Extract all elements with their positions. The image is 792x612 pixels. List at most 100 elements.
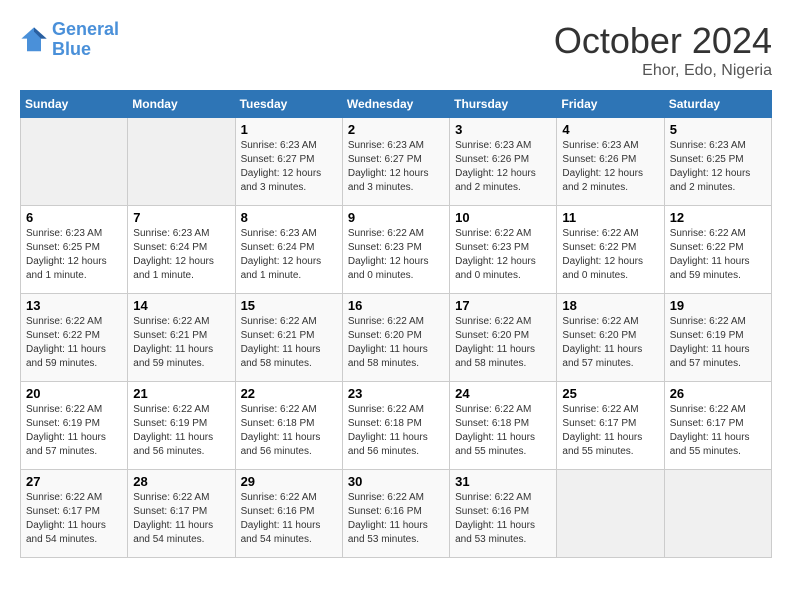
day-number: 5 [670, 122, 766, 137]
calendar-cell [664, 470, 771, 558]
day-number: 10 [455, 210, 551, 225]
day-number: 1 [241, 122, 337, 137]
day-number: 2 [348, 122, 444, 137]
day-number: 20 [26, 386, 122, 401]
day-info: Sunrise: 6:23 AMSunset: 6:26 PMDaylight:… [455, 139, 551, 195]
weekday-header: Sunday [21, 91, 128, 118]
day-info: Sunrise: 6:23 AMSunset: 6:27 PMDaylight:… [241, 139, 337, 195]
day-info: Sunrise: 6:22 AMSunset: 6:16 PMDaylight:… [241, 491, 337, 547]
day-number: 18 [562, 298, 658, 313]
calendar-cell: 31 Sunrise: 6:22 AMSunset: 6:16 PMDayligh… [450, 470, 557, 558]
calendar-cell: 27 Sunrise: 6:22 AMSunset: 6:17 PMDayligh… [21, 470, 128, 558]
calendar-cell: 10 Sunrise: 6:22 AMSunset: 6:23 PMDayligh… [450, 206, 557, 294]
calendar-cell: 20 Sunrise: 6:22 AMSunset: 6:19 PMDayligh… [21, 382, 128, 470]
calendar-cell: 19 Sunrise: 6:22 AMSunset: 6:19 PMDayligh… [664, 294, 771, 382]
calendar-cell: 25 Sunrise: 6:22 AMSunset: 6:17 PMDayligh… [557, 382, 664, 470]
calendar-cell [21, 118, 128, 206]
day-info: Sunrise: 6:22 AMSunset: 6:19 PMDaylight:… [26, 403, 122, 459]
calendar-cell: 15 Sunrise: 6:22 AMSunset: 6:21 PMDayligh… [235, 294, 342, 382]
calendar-cell: 3 Sunrise: 6:23 AMSunset: 6:26 PMDaylight… [450, 118, 557, 206]
calendar-cell: 23Sunrise: 6:22 AMSunset: 6:18 PMDayligh… [342, 382, 449, 470]
calendar-cell: 24Sunrise: 6:22 AMSunset: 6:18 PMDayligh… [450, 382, 557, 470]
day-number: 17 [455, 298, 551, 313]
logo-icon [20, 26, 48, 54]
day-info: Sunrise: 6:22 AMSunset: 6:19 PMDaylight:… [133, 403, 229, 459]
calendar-cell: 5Sunrise: 6:23 AMSunset: 6:25 PMDaylight… [664, 118, 771, 206]
day-number: 21 [133, 386, 229, 401]
day-info: Sunrise: 6:22 AMSunset: 6:18 PMDaylight:… [348, 403, 444, 459]
day-info: Sunrise: 6:22 AMSunset: 6:17 PMDaylight:… [562, 403, 658, 459]
calendar-table: SundayMondayTuesdayWednesdayThursdayFrid… [20, 90, 772, 558]
weekday-header: Tuesday [235, 91, 342, 118]
day-info: Sunrise: 6:23 AMSunset: 6:26 PMDaylight:… [562, 139, 658, 195]
calendar-cell: 11 Sunrise: 6:22 AMSunset: 6:22 PMDayligh… [557, 206, 664, 294]
calendar-cell: 26Sunrise: 6:22 AMSunset: 6:17 PMDayligh… [664, 382, 771, 470]
day-info: Sunrise: 6:22 AMSunset: 6:20 PMDaylight:… [562, 315, 658, 371]
day-info: Sunrise: 6:22 AMSunset: 6:22 PMDaylight:… [670, 227, 766, 283]
day-number: 16 [348, 298, 444, 313]
day-number: 27 [26, 474, 122, 489]
day-info: Sunrise: 6:22 AMSunset: 6:17 PMDaylight:… [26, 491, 122, 547]
day-info: Sunrise: 6:23 AMSunset: 6:25 PMDaylight:… [26, 227, 122, 283]
day-number: 12 [670, 210, 766, 225]
location: Ehor, Edo, Nigeria [554, 62, 772, 80]
day-number: 3 [455, 122, 551, 137]
calendar-cell: 8Sunrise: 6:23 AMSunset: 6:24 PMDaylight… [235, 206, 342, 294]
day-number: 4 [562, 122, 658, 137]
logo-line2: Blue [52, 39, 91, 59]
day-number: 25 [562, 386, 658, 401]
calendar-cell: 16 Sunrise: 6:22 AMSunset: 6:20 PMDayligh… [342, 294, 449, 382]
day-number: 28 [133, 474, 229, 489]
day-number: 15 [241, 298, 337, 313]
day-info: Sunrise: 6:22 AMSunset: 6:23 PMDaylight:… [455, 227, 551, 283]
day-info: Sunrise: 6:22 AMSunset: 6:21 PMDaylight:… [133, 315, 229, 371]
calendar-cell: 7 Sunrise: 6:23 AMSunset: 6:24 PMDaylight… [128, 206, 235, 294]
day-number: 13 [26, 298, 122, 313]
logo-line1: General [52, 19, 119, 39]
weekday-header: Wednesday [342, 91, 449, 118]
day-number: 31 [455, 474, 551, 489]
day-info: Sunrise: 6:23 AMSunset: 6:24 PMDaylight:… [133, 227, 229, 283]
day-number: 9 [348, 210, 444, 225]
day-number: 29 [241, 474, 337, 489]
calendar-cell: 12 Sunrise: 6:22 AMSunset: 6:22 PMDayligh… [664, 206, 771, 294]
calendar-cell [557, 470, 664, 558]
day-info: Sunrise: 6:22 AMSunset: 6:17 PMDaylight:… [670, 403, 766, 459]
logo: General Blue [20, 20, 119, 60]
day-info: Sunrise: 6:22 AMSunset: 6:21 PMDaylight:… [241, 315, 337, 371]
calendar-week-row: 1 Sunrise: 6:23 AMSunset: 6:27 PMDaylight… [21, 118, 772, 206]
page-header: General Blue October 2024 Ehor, Edo, Nig… [20, 20, 772, 80]
calendar-cell: 9Sunrise: 6:22 AMSunset: 6:23 PMDaylight… [342, 206, 449, 294]
title-area: October 2024 Ehor, Edo, Nigeria [554, 20, 772, 80]
calendar-cell: 2 Sunrise: 6:23 AMSunset: 6:27 PMDaylight… [342, 118, 449, 206]
day-number: 7 [133, 210, 229, 225]
month-title: October 2024 [554, 20, 772, 62]
calendar-week-row: 20 Sunrise: 6:22 AMSunset: 6:19 PMDayligh… [21, 382, 772, 470]
calendar-cell: 14Sunrise: 6:22 AMSunset: 6:21 PMDayligh… [128, 294, 235, 382]
calendar-cell: 18 Sunrise: 6:22 AMSunset: 6:20 PMDayligh… [557, 294, 664, 382]
day-number: 19 [670, 298, 766, 313]
day-number: 8 [241, 210, 337, 225]
calendar-cell: 28 Sunrise: 6:22 AMSunset: 6:17 PMDayligh… [128, 470, 235, 558]
day-number: 30 [348, 474, 444, 489]
day-info: Sunrise: 6:23 AMSunset: 6:27 PMDaylight:… [348, 139, 444, 195]
day-info: Sunrise: 6:22 AMSunset: 6:16 PMDaylight:… [455, 491, 551, 547]
logo-text: General Blue [52, 20, 119, 60]
day-number: 22 [241, 386, 337, 401]
day-info: Sunrise: 6:22 AMSunset: 6:22 PMDaylight:… [26, 315, 122, 371]
calendar-week-row: 27 Sunrise: 6:22 AMSunset: 6:17 PMDayligh… [21, 470, 772, 558]
day-info: Sunrise: 6:22 AMSunset: 6:20 PMDaylight:… [455, 315, 551, 371]
calendar-cell: 21 Sunrise: 6:22 AMSunset: 6:19 PMDayligh… [128, 382, 235, 470]
calendar-cell: 6Sunrise: 6:23 AMSunset: 6:25 PMDaylight… [21, 206, 128, 294]
day-number: 11 [562, 210, 658, 225]
calendar-cell: 1 Sunrise: 6:23 AMSunset: 6:27 PMDaylight… [235, 118, 342, 206]
day-info: Sunrise: 6:22 AMSunset: 6:20 PMDaylight:… [348, 315, 444, 371]
calendar-cell: 22Sunrise: 6:22 AMSunset: 6:18 PMDayligh… [235, 382, 342, 470]
weekday-header: Thursday [450, 91, 557, 118]
day-info: Sunrise: 6:22 AMSunset: 6:17 PMDaylight:… [133, 491, 229, 547]
calendar-cell: 29 Sunrise: 6:22 AMSunset: 6:16 PMDayligh… [235, 470, 342, 558]
day-info: Sunrise: 6:22 AMSunset: 6:16 PMDaylight:… [348, 491, 444, 547]
calendar-week-row: 6Sunrise: 6:23 AMSunset: 6:25 PMDaylight… [21, 206, 772, 294]
day-info: Sunrise: 6:22 AMSunset: 6:19 PMDaylight:… [670, 315, 766, 371]
day-info: Sunrise: 6:22 AMSunset: 6:22 PMDaylight:… [562, 227, 658, 283]
